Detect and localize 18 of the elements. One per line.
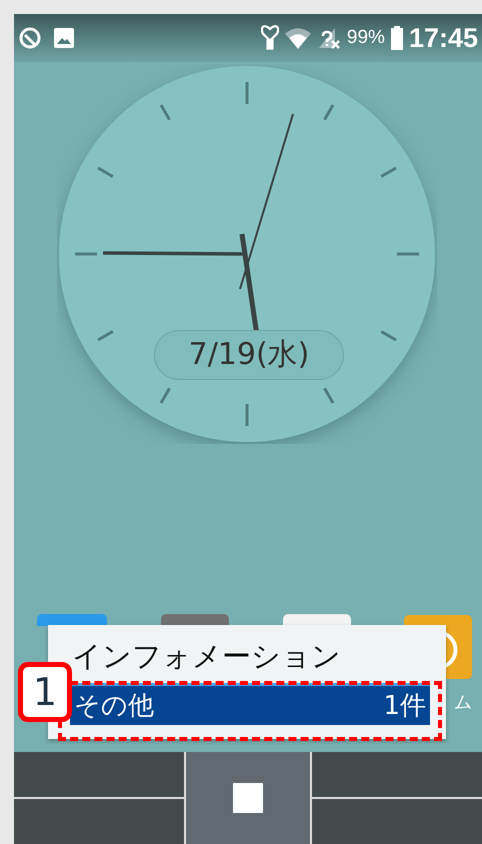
battery-icon [390, 26, 403, 50]
app-label: ム [454, 691, 472, 714]
popup-title: インフォメーション [72, 638, 341, 675]
status-time: 17:45 [408, 22, 478, 54]
wifi-icon [284, 27, 311, 49]
weather-app-icon[interactable] [36, 614, 108, 626]
stop-icon [233, 783, 263, 813]
date-label: 7/19(水) [154, 330, 344, 380]
battery-percent: 99% [346, 27, 385, 49]
heart-phone-icon [260, 24, 279, 52]
info-list-item[interactable]: その他 1件 [70, 683, 430, 725]
callout-number: 1 [18, 662, 72, 722]
no-signal-icon [316, 26, 341, 50]
image-icon [52, 26, 76, 50]
news-app-icon[interactable] [161, 614, 230, 626]
center-key[interactable] [186, 752, 310, 844]
train-app-icon[interactable] [282, 614, 351, 626]
app-status-icon [18, 26, 42, 50]
